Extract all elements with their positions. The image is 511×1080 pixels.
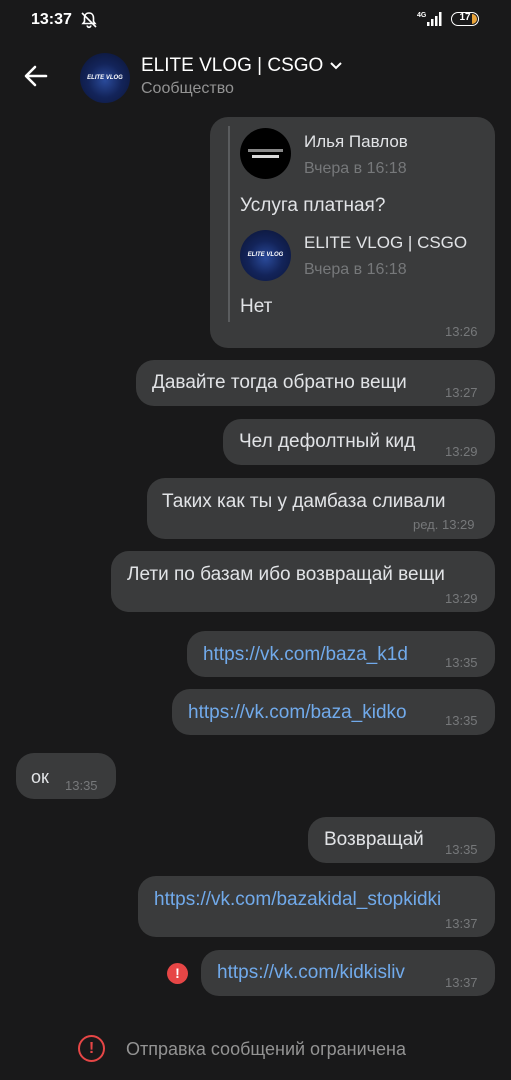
message-bubble[interactable]: Чел дефолтный кид 13:29 bbox=[223, 419, 495, 465]
message-bubble-failed[interactable]: https://vk.com/kidkisliv 13:37 bbox=[201, 950, 495, 996]
message-bubble[interactable]: Возвращай 13:35 bbox=[308, 817, 495, 863]
message-time: 13:35 bbox=[65, 778, 98, 793]
send-error-icon[interactable]: ! bbox=[167, 963, 188, 984]
status-bar: 13:37 4G 17 bbox=[0, 0, 511, 40]
avatar-logo-text: ELITE VLOG bbox=[247, 252, 284, 259]
warning-icon: ! bbox=[78, 1035, 105, 1062]
avatar-logo-text: ELITE VLOG bbox=[87, 75, 123, 81]
message-time: 13:37 bbox=[445, 916, 478, 931]
message-bubble[interactable]: https://vk.com/baza_k1d 13:35 bbox=[187, 631, 495, 677]
status-time: 13:37 bbox=[31, 11, 72, 28]
message-bubble[interactable]: Лети по базам ибо возвращай вещи 13:29 bbox=[111, 551, 495, 612]
reply-text: Услуга платная? bbox=[240, 195, 386, 216]
message-link[interactable]: https://vk.com/bazakidal_stopkidki bbox=[154, 889, 441, 911]
message-link[interactable]: https://vk.com/baza_kidko bbox=[188, 702, 407, 724]
notifications-muted-icon bbox=[80, 11, 98, 34]
reply-community-avatar: ELITE VLOG bbox=[240, 230, 291, 281]
message-time: 13:35 bbox=[445, 842, 478, 857]
quote-bar bbox=[228, 126, 230, 322]
incoming-message-bubble[interactable]: ок 13:35 bbox=[16, 753, 116, 799]
message-time: 13:29 bbox=[445, 444, 478, 459]
message-bubble[interactable]: https://vk.com/bazakidal_stopkidki 13:37 bbox=[138, 876, 495, 937]
message-time: 13:27 bbox=[445, 385, 478, 400]
message-link[interactable]: https://vk.com/kidkisliv bbox=[217, 962, 405, 984]
reply-author-name: ELITE VLOG | CSGO bbox=[304, 233, 468, 252]
message-bubble[interactable]: Давайте тогда обратно вещи 13:27 bbox=[136, 360, 495, 406]
message-text: ок bbox=[31, 767, 49, 787]
chat-title-row[interactable]: ELITE VLOG | CSGO bbox=[141, 55, 343, 77]
back-arrow-icon[interactable] bbox=[20, 60, 52, 97]
message-time: 13:26 bbox=[445, 324, 478, 339]
message-bubble[interactable]: https://vk.com/baza_kidko 13:35 bbox=[172, 689, 495, 735]
community-avatar[interactable]: ELITE VLOG bbox=[80, 53, 130, 103]
message-text: Лети по базам ибо возвращай вещи bbox=[127, 564, 445, 585]
message-text: Таких как ты у дамбаза сливали bbox=[162, 491, 446, 512]
message-time-edited: ред. 13:29 bbox=[413, 517, 475, 532]
reply-text: Нет bbox=[240, 296, 273, 317]
message-text: Чел дефолтный кид bbox=[239, 431, 416, 452]
chat-title: ELITE VLOG | CSGO bbox=[141, 55, 324, 76]
battery-level: 17 bbox=[459, 12, 471, 23]
battery-icon: 17 bbox=[451, 12, 479, 26]
message-time: 13:35 bbox=[445, 713, 478, 728]
reply-date: Вчера в 16:18 bbox=[304, 160, 407, 177]
message-text: Возвращай bbox=[324, 829, 424, 850]
chat-subtitle: Сообщество bbox=[141, 80, 234, 97]
reply-author-avatar bbox=[240, 128, 291, 179]
chevron-down-icon bbox=[329, 57, 343, 75]
message-time: 13:29 bbox=[445, 591, 478, 606]
message-bubble[interactable]: Таких как ты у дамбаза сливали ред. 13:2… bbox=[147, 478, 495, 539]
reply-author-name: Илья Павлов bbox=[304, 132, 408, 151]
message-link[interactable]: https://vk.com/baza_k1d bbox=[203, 644, 408, 666]
message-text: Давайте тогда обратно вещи bbox=[152, 372, 407, 393]
messaging-restricted-text: Отправка сообщений ограничена bbox=[126, 1039, 406, 1059]
network-type: 4G bbox=[417, 12, 427, 19]
chat-header: ELITE VLOG ELITE VLOG | CSGO Сообщество bbox=[0, 44, 511, 114]
signal-icon bbox=[427, 12, 443, 31]
reply-date: Вчера в 16:18 bbox=[304, 261, 407, 278]
message-time: 13:35 bbox=[445, 655, 478, 670]
message-time: 13:37 bbox=[445, 975, 478, 990]
messaging-restricted-bar: ! Отправка сообщений ограничена bbox=[0, 1022, 511, 1080]
